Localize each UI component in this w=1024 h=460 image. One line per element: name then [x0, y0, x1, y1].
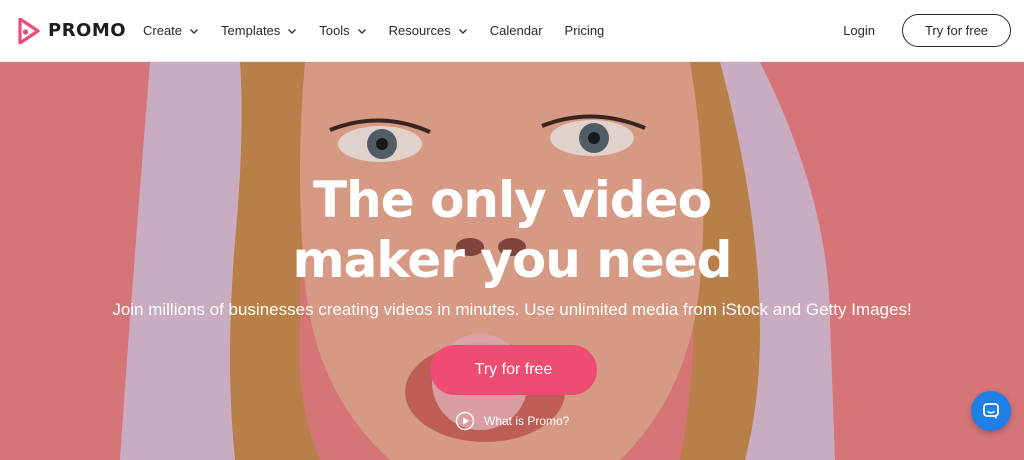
chat-launcher-button[interactable]: [971, 391, 1011, 431]
nav-item-label: Calendar: [489, 23, 543, 38]
nav-item-create[interactable]: Create: [143, 23, 199, 38]
nav-actions: Login Try for free: [843, 14, 1011, 47]
nav-item-label: Create: [143, 23, 183, 38]
nav-item-label: Pricing: [564, 23, 605, 38]
try-for-free-hero-button[interactable]: Try for free: [430, 345, 597, 395]
chevron-down-icon: [190, 28, 199, 34]
hero-section: The only video maker you need Join milli…: [0, 62, 1024, 460]
nav-item-pricing[interactable]: Pricing: [565, 23, 605, 38]
brand-name: PROMO: [48, 20, 127, 41]
try-for-free-nav-button[interactable]: Try for free: [902, 14, 1011, 47]
hero-title-line: The only video: [313, 171, 712, 229]
chat-bubble-icon: [983, 403, 999, 419]
what-is-promo-link[interactable]: What is Promo?: [455, 411, 569, 431]
nav-item-tools[interactable]: Tools: [319, 23, 366, 38]
brand-logo[interactable]: PROMO: [18, 17, 130, 44]
hero-subtitle: Join millions of businesses creating vid…: [112, 300, 912, 319]
hero-title: The only video maker you need: [0, 170, 1024, 290]
nav-item-label: Tools: [319, 23, 350, 38]
nav-item-resources[interactable]: Resources: [389, 23, 468, 38]
main-menu: Create Templates Tools Resources Calenda…: [143, 23, 626, 38]
play-circle-icon: [455, 411, 475, 431]
nav-item-label: Resources: [388, 23, 451, 38]
nav-item-calendar[interactable]: Calendar: [490, 23, 543, 38]
login-link[interactable]: Login: [843, 23, 875, 38]
nav-item-templates[interactable]: Templates: [221, 23, 297, 38]
promo-play-logo-icon: [18, 17, 40, 44]
nav-item-label: Templates: [221, 23, 281, 38]
what-is-promo-label: What is Promo?: [484, 414, 570, 428]
chevron-down-icon: [458, 28, 467, 34]
top-navbar: PROMO Create Templates Tools Resources C…: [0, 0, 1024, 62]
hero-title-line: maker you need: [292, 231, 733, 289]
chevron-down-icon: [357, 28, 366, 34]
chevron-down-icon: [288, 28, 297, 34]
